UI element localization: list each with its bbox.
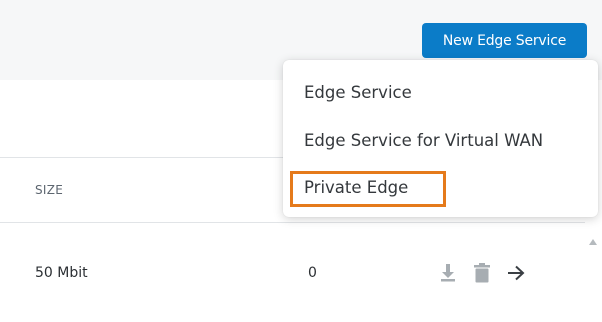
menu-item-private-edge[interactable]: Private Edge [304, 178, 408, 198]
new-edge-service-button[interactable]: New Edge Service [422, 23, 587, 58]
row-actions [437, 258, 527, 288]
arrow-right-icon[interactable] [505, 262, 527, 284]
trash-icon[interactable] [471, 262, 493, 284]
table-header-divider [0, 222, 585, 223]
table-cell-size: 50 Mbit [35, 265, 88, 281]
table-cell-count: 0 [308, 265, 317, 281]
download-icon[interactable] [437, 262, 459, 284]
edge-services-page: New Edge Service SIZE 50 Mbit 0 Edge Ser… [0, 0, 602, 322]
menu-item-edge-service[interactable]: Edge Service [304, 83, 412, 103]
menu-item-edge-service-virtual-wan[interactable]: Edge Service for Virtual WAN [304, 131, 543, 151]
scroll-up-arrow-icon[interactable] [588, 231, 598, 245]
column-header-size[interactable]: SIZE [35, 183, 63, 197]
new-edge-service-menu: Edge Service Edge Service for Virtual WA… [283, 60, 598, 217]
